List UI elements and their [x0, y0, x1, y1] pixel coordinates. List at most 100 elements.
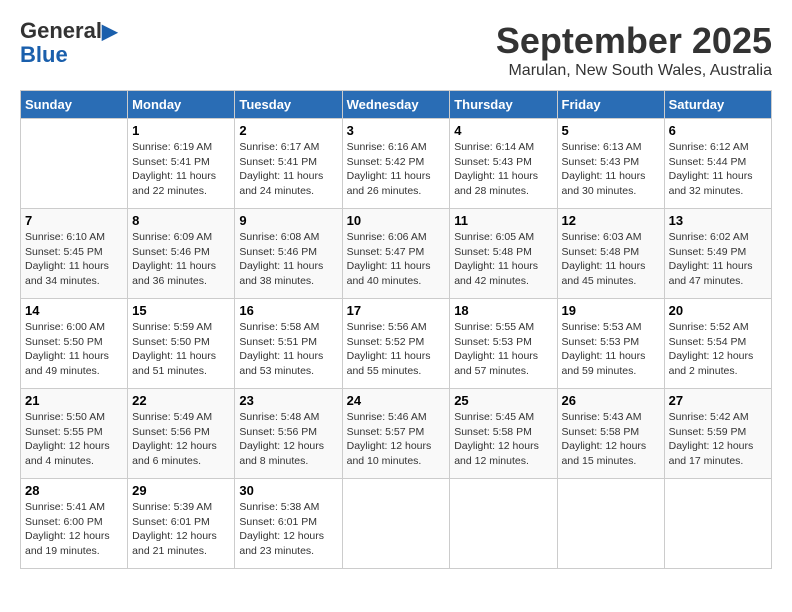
- day-number: 1: [132, 123, 230, 138]
- day-info: Sunrise: 5:42 AMSunset: 5:59 PMDaylight:…: [669, 410, 767, 469]
- calendar-cell: 20 Sunrise: 5:52 AMSunset: 5:54 PMDayligh…: [664, 299, 771, 389]
- calendar-cell: 2 Sunrise: 6:17 AMSunset: 5:41 PMDaylight…: [235, 119, 342, 209]
- calendar-cell: 7 Sunrise: 6:10 AMSunset: 5:45 PMDaylight…: [21, 209, 128, 299]
- week-row-1: 1Sunrise: 6:19 AMSunset: 5:41 PMDaylight…: [21, 119, 772, 209]
- calendar-cell: 19 Sunrise: 5:53 AMSunset: 5:53 PMDayligh…: [557, 299, 664, 389]
- header-day-sunday: Sunday: [21, 91, 128, 119]
- week-row-3: 14Sunrise: 6:00 AMSunset: 5:50 PMDayligh…: [21, 299, 772, 389]
- day-info: Sunrise: 5:55 AMSunset: 5:53 PMDaylight:…: [454, 320, 552, 379]
- day-info: Sunrise: 5:41 AMSunset: 6:00 PMDaylight:…: [25, 500, 123, 559]
- day-info: Sunrise: 6:12 AMSunset: 5:44 PMDaylight:…: [669, 140, 767, 199]
- day-number: 3: [347, 123, 446, 138]
- day-info: Sunrise: 6:06 AMSunset: 5:47 PMDaylight:…: [347, 230, 446, 289]
- location-title: Marulan, New South Wales, Australia: [496, 62, 772, 80]
- calendar-cell: 15 Sunrise: 5:59 AMSunset: 5:50 PMDayligh…: [128, 299, 235, 389]
- calendar-cell: 25Sunrise: 5:45 AMSunset: 5:58 PMDayligh…: [450, 389, 557, 479]
- day-number: 8: [132, 213, 230, 228]
- day-number: 20: [669, 303, 767, 318]
- week-row-4: 21Sunrise: 5:50 AMSunset: 5:55 PMDayligh…: [21, 389, 772, 479]
- day-info: Sunrise: 5:52 AMSunset: 5:54 PMDaylight:…: [669, 320, 767, 379]
- day-info: Sunrise: 6:09 AMSunset: 5:46 PMDaylight:…: [132, 230, 230, 289]
- day-info: Sunrise: 5:58 AMSunset: 5:51 PMDaylight:…: [239, 320, 337, 379]
- calendar-cell: 18 Sunrise: 5:55 AMSunset: 5:53 PMDayligh…: [450, 299, 557, 389]
- calendar-cell: [342, 479, 450, 569]
- day-number: 13: [669, 213, 767, 228]
- day-number: 28: [25, 483, 123, 498]
- day-number: 7: [25, 213, 123, 228]
- calendar-cell: 3 Sunrise: 6:16 AMSunset: 5:42 PMDaylight…: [342, 119, 450, 209]
- calendar-cell: 10 Sunrise: 6:06 AMSunset: 5:47 PMDayligh…: [342, 209, 450, 299]
- day-number: 18: [454, 303, 552, 318]
- day-info: Sunrise: 6:10 AMSunset: 5:45 PMDaylight:…: [25, 230, 123, 289]
- calendar-cell: 13Sunrise: 6:02 AMSunset: 5:49 PMDayligh…: [664, 209, 771, 299]
- day-info: Sunrise: 5:45 AMSunset: 5:58 PMDaylight:…: [454, 410, 552, 469]
- day-info: Sunrise: 6:17 AMSunset: 5:41 PMDaylight:…: [239, 140, 337, 199]
- day-info: Sunrise: 6:03 AMSunset: 5:48 PMDaylight:…: [562, 230, 660, 289]
- day-number: 21: [25, 393, 123, 408]
- day-info: Sunrise: 5:46 AMSunset: 5:57 PMDaylight:…: [347, 410, 446, 469]
- day-number: 24: [347, 393, 446, 408]
- calendar-cell: 9 Sunrise: 6:08 AMSunset: 5:46 PMDaylight…: [235, 209, 342, 299]
- header: General▶ Blue September 2025 Marulan, Ne…: [20, 20, 772, 80]
- calendar-cell: [557, 479, 664, 569]
- day-info: Sunrise: 6:08 AMSunset: 5:46 PMDaylight:…: [239, 230, 337, 289]
- logo: General▶ Blue: [20, 20, 117, 66]
- calendar-table: SundayMondayTuesdayWednesdayThursdayFrid…: [20, 90, 772, 569]
- calendar-cell: 27 Sunrise: 5:42 AMSunset: 5:59 PMDayligh…: [664, 389, 771, 479]
- day-info: Sunrise: 5:56 AMSunset: 5:52 PMDaylight:…: [347, 320, 446, 379]
- day-info: Sunrise: 5:59 AMSunset: 5:50 PMDaylight:…: [132, 320, 230, 379]
- day-number: 6: [669, 123, 767, 138]
- day-number: 4: [454, 123, 552, 138]
- calendar-cell: 11Sunrise: 6:05 AMSunset: 5:48 PMDayligh…: [450, 209, 557, 299]
- calendar-cell: 5Sunrise: 6:13 AMSunset: 5:43 PMDaylight…: [557, 119, 664, 209]
- header-day-monday: Monday: [128, 91, 235, 119]
- calendar-cell: 23 Sunrise: 5:48 AMSunset: 5:56 PMDayligh…: [235, 389, 342, 479]
- calendar-cell: 30 Sunrise: 5:38 AMSunset: 6:01 PMDayligh…: [235, 479, 342, 569]
- logo-text: General▶ Blue: [20, 20, 117, 66]
- day-info: Sunrise: 5:48 AMSunset: 5:56 PMDaylight:…: [239, 410, 337, 469]
- day-number: 10: [347, 213, 446, 228]
- day-number: 30: [239, 483, 337, 498]
- day-number: 12: [562, 213, 660, 228]
- day-number: 19: [562, 303, 660, 318]
- day-number: 9: [239, 213, 337, 228]
- day-info: Sunrise: 6:16 AMSunset: 5:42 PMDaylight:…: [347, 140, 446, 199]
- calendar-cell: 14Sunrise: 6:00 AMSunset: 5:50 PMDayligh…: [21, 299, 128, 389]
- day-info: Sunrise: 6:14 AMSunset: 5:43 PMDaylight:…: [454, 140, 552, 199]
- day-info: Sunrise: 5:53 AMSunset: 5:53 PMDaylight:…: [562, 320, 660, 379]
- week-row-5: 28 Sunrise: 5:41 AMSunset: 6:00 PMDayligh…: [21, 479, 772, 569]
- week-row-2: 7 Sunrise: 6:10 AMSunset: 5:45 PMDaylight…: [21, 209, 772, 299]
- calendar-cell: [664, 479, 771, 569]
- day-info: Sunrise: 5:38 AMSunset: 6:01 PMDaylight:…: [239, 500, 337, 559]
- calendar-cell: 29Sunrise: 5:39 AMSunset: 6:01 PMDayligh…: [128, 479, 235, 569]
- calendar-cell: 21Sunrise: 5:50 AMSunset: 5:55 PMDayligh…: [21, 389, 128, 479]
- day-number: 15: [132, 303, 230, 318]
- calendar-cell: 28 Sunrise: 5:41 AMSunset: 6:00 PMDayligh…: [21, 479, 128, 569]
- calendar-cell: 1Sunrise: 6:19 AMSunset: 5:41 PMDaylight…: [128, 119, 235, 209]
- day-info: Sunrise: 5:49 AMSunset: 5:56 PMDaylight:…: [132, 410, 230, 469]
- day-info: Sunrise: 5:43 AMSunset: 5:58 PMDaylight:…: [562, 410, 660, 469]
- calendar-cell: [450, 479, 557, 569]
- calendar-cell: 24 Sunrise: 5:46 AMSunset: 5:57 PMDayligh…: [342, 389, 450, 479]
- day-number: 22: [132, 393, 230, 408]
- calendar-cell: [21, 119, 128, 209]
- header-day-saturday: Saturday: [664, 91, 771, 119]
- day-info: Sunrise: 5:39 AMSunset: 6:01 PMDaylight:…: [132, 500, 230, 559]
- header-day-wednesday: Wednesday: [342, 91, 450, 119]
- calendar-cell: 6 Sunrise: 6:12 AMSunset: 5:44 PMDaylight…: [664, 119, 771, 209]
- header-day-thursday: Thursday: [450, 91, 557, 119]
- day-number: 27: [669, 393, 767, 408]
- day-number: 2: [239, 123, 337, 138]
- header-day-tuesday: Tuesday: [235, 91, 342, 119]
- calendar-cell: 4 Sunrise: 6:14 AMSunset: 5:43 PMDaylight…: [450, 119, 557, 209]
- day-number: 14: [25, 303, 123, 318]
- day-number: 23: [239, 393, 337, 408]
- header-day-friday: Friday: [557, 91, 664, 119]
- day-info: Sunrise: 6:13 AMSunset: 5:43 PMDaylight:…: [562, 140, 660, 199]
- month-title: September 2025: [496, 20, 772, 62]
- calendar-cell: 8 Sunrise: 6:09 AMSunset: 5:46 PMDaylight…: [128, 209, 235, 299]
- day-info: Sunrise: 6:05 AMSunset: 5:48 PMDaylight:…: [454, 230, 552, 289]
- day-number: 16: [239, 303, 337, 318]
- header-row: SundayMondayTuesdayWednesdayThursdayFrid…: [21, 91, 772, 119]
- calendar-cell: 26Sunrise: 5:43 AMSunset: 5:58 PMDayligh…: [557, 389, 664, 479]
